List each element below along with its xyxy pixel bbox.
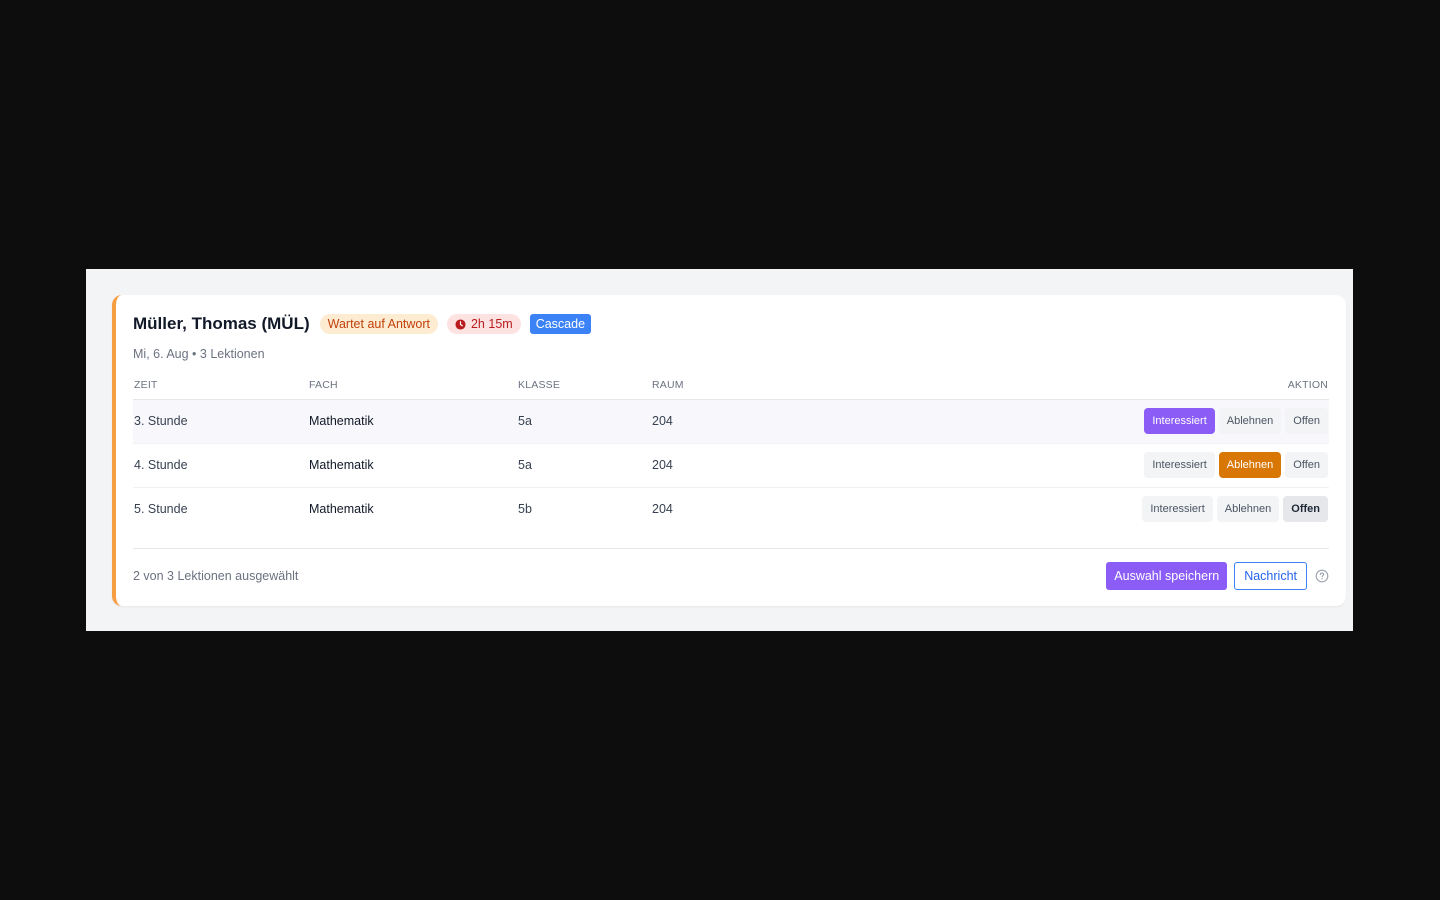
row-actions: Interessiert Ablehnen Offen — [1144, 452, 1328, 478]
selection-summary: 2 von 3 Lektionen ausgewählt — [133, 569, 299, 583]
teacher-request-card: Müller, Thomas (MÜL) Wartet auf Antwort … — [112, 295, 1346, 606]
cell-klasse: 5a — [518, 458, 532, 472]
cell-raum: 204 — [652, 502, 673, 516]
footer-actions: Auswahl speichern Nachricht — [1106, 562, 1329, 590]
header-raum: RAUM — [652, 379, 684, 391]
decline-button[interactable]: Ablehnen — [1218, 408, 1282, 434]
cell-klasse: 5b — [518, 502, 532, 516]
header-aktion: AKTION — [1287, 379, 1328, 391]
teacher-name: Müller, Thomas (MÜL) — [133, 314, 310, 333]
header-klasse: KLASSE — [518, 379, 561, 391]
interested-button[interactable]: Interessiert — [1144, 452, 1215, 478]
cell-zeit: 3. Stunde — [134, 414, 188, 428]
row-actions: Interessiert Ablehnen Offen — [1144, 408, 1328, 434]
lessons-table: ZEIT FACH KLASSE RAUM AKTION 3. Stunde M… — [133, 374, 1329, 531]
interested-button[interactable]: Interessiert — [1144, 408, 1215, 434]
decline-button[interactable]: Ablehnen — [1216, 496, 1280, 522]
cell-zeit: 4. Stunde — [134, 458, 188, 472]
decline-button[interactable]: Ablehnen — [1218, 452, 1282, 478]
interested-button[interactable]: Interessiert — [1142, 496, 1213, 522]
substitution-panel: Müller, Thomas (MÜL) Wartet auf Antwort … — [86, 269, 1353, 631]
cell-fach: Mathematik — [309, 458, 374, 472]
open-button[interactable]: Offen — [1285, 452, 1328, 478]
timer-badge: 2h 15m — [446, 314, 521, 334]
table-row: 3. Stunde Mathematik 5a 204 Interessiert… — [133, 400, 1329, 444]
cell-fach: Mathematik — [309, 414, 374, 428]
card-header: Müller, Thomas (MÜL) Wartet auf Antwort … — [133, 312, 592, 336]
clock-icon — [455, 318, 466, 330]
table-row: 4. Stunde Mathematik 5a 204 Interessiert… — [133, 444, 1329, 488]
status-badge: Wartet auf Antwort — [319, 314, 438, 334]
help-icon[interactable] — [1315, 569, 1329, 583]
table-header: ZEIT FACH KLASSE RAUM AKTION — [133, 374, 1329, 400]
timer-text: 2h 15m — [470, 317, 513, 331]
cell-raum: 204 — [652, 414, 673, 428]
date-subtitle: Mi, 6. Aug • 3 Lektionen — [133, 347, 265, 361]
open-button[interactable]: Offen — [1285, 408, 1328, 434]
cell-fach: Mathematik — [309, 502, 374, 516]
save-selection-button[interactable]: Auswahl speichern — [1106, 562, 1228, 590]
message-button[interactable]: Nachricht — [1234, 562, 1307, 590]
cell-zeit: 5. Stunde — [134, 502, 188, 516]
table-row: 5. Stunde Mathematik 5b 204 Interessiert… — [133, 488, 1329, 531]
cell-raum: 204 — [652, 458, 673, 472]
header-zeit: ZEIT — [134, 379, 158, 391]
card-footer: 2 von 3 Lektionen ausgewählt Auswahl spe… — [133, 548, 1329, 607]
header-fach: FACH — [309, 379, 338, 391]
cell-klasse: 5a — [518, 414, 532, 428]
mode-badge: Cascade — [529, 314, 592, 334]
row-actions: Interessiert Ablehnen Offen — [1142, 496, 1328, 522]
open-button[interactable]: Offen — [1283, 496, 1328, 522]
